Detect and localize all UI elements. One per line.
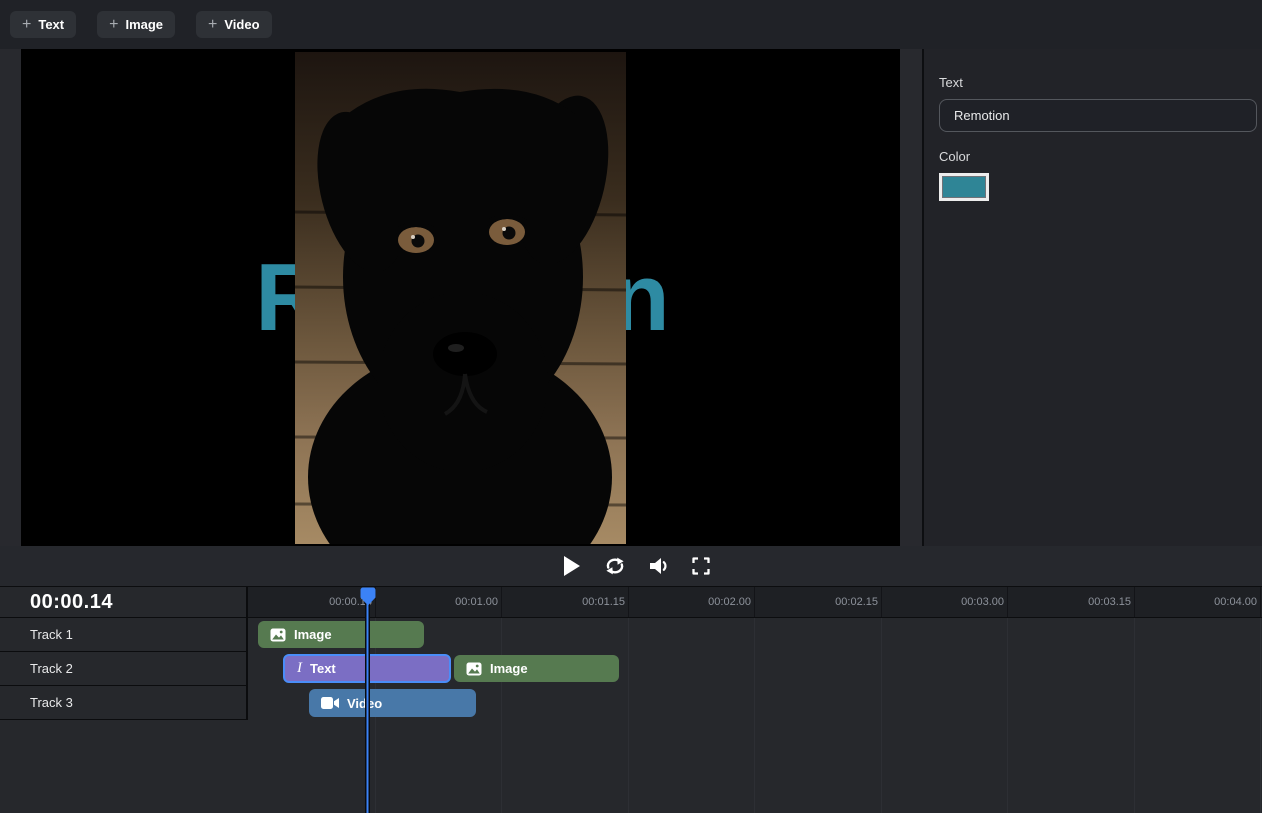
track-label: Track 3 — [0, 695, 73, 710]
add-image-label: Image — [125, 17, 163, 32]
clip-label: Image — [294, 627, 332, 642]
track-header-3[interactable]: Track 3 — [0, 686, 246, 720]
text-field-label: Text — [939, 75, 1257, 90]
ruler-tick-label: 00:01.00 — [418, 587, 498, 617]
ruler-tick-label: 00:03.15 — [1051, 587, 1131, 617]
timecode-row: 00:00.14 — [0, 587, 246, 618]
video-camera-icon — [321, 696, 339, 710]
ruler-tick — [628, 587, 629, 617]
video-canvas[interactable]: Remotion — [21, 49, 900, 546]
playback-controls — [0, 546, 1262, 586]
ruler-tick-label: 00:02.00 — [671, 587, 751, 617]
timeline-left-panel: 00:00.14 Track 1 Track 2 Track 3 — [0, 587, 248, 720]
timeline-clip-image-2[interactable]: Image — [454, 655, 619, 682]
ruler-tick — [1260, 587, 1261, 617]
color-swatch[interactable] — [939, 173, 989, 201]
grid-line — [1260, 618, 1261, 813]
grid-line — [1007, 618, 1008, 813]
ruler-tick-label: 00:04.00 — [1177, 587, 1257, 617]
timeline-clip-video[interactable]: Video — [309, 689, 476, 717]
grid-line — [754, 618, 755, 813]
track-header-1[interactable]: Track 1 — [0, 618, 246, 652]
current-timecode: 00:00.14 — [0, 591, 113, 614]
plus-icon: + — [208, 17, 217, 33]
add-image-button[interactable]: + Image — [97, 11, 175, 38]
grid-line — [1134, 618, 1135, 813]
track-header-2[interactable]: Track 2 — [0, 652, 246, 686]
timeline: 00:00.15 00:01.00 00:01.15 00:02.00 00:0… — [0, 586, 1262, 813]
ruler-tick-label: 00:03.00 — [924, 587, 1004, 617]
add-video-label: Video — [224, 17, 259, 32]
preview-panel: Remotion — [0, 49, 924, 546]
track-label: Track 2 — [0, 661, 73, 676]
volume-icon[interactable] — [646, 554, 670, 578]
image-icon — [270, 627, 286, 643]
ruler-tick — [1134, 587, 1135, 617]
text-icon: I — [297, 661, 302, 676]
timeline-track-area[interactable]: 00:00.15 00:01.00 00:01.15 00:02.00 00:0… — [248, 587, 1262, 813]
play-icon[interactable] — [560, 554, 584, 578]
ruler-tick-label: 00:01.15 — [545, 587, 625, 617]
grid-line — [881, 618, 882, 813]
text-input[interactable] — [939, 99, 1257, 132]
grid-line — [501, 618, 502, 813]
add-text-button[interactable]: + Text — [10, 11, 76, 38]
ruler-tick — [754, 587, 755, 617]
grid-line — [628, 618, 629, 813]
fullscreen-icon[interactable] — [689, 554, 713, 578]
ruler-tick-label: 00:02.15 — [798, 587, 878, 617]
playhead-line[interactable] — [365, 601, 370, 813]
playhead-handle[interactable] — [360, 587, 376, 611]
timeline-clip-image-1[interactable]: Image — [258, 621, 424, 648]
top-toolbar: + Text + Image + Video — [0, 0, 1262, 49]
add-text-label: Text — [38, 17, 64, 32]
plus-icon: + — [22, 17, 31, 33]
loop-icon[interactable] — [603, 554, 627, 578]
image-icon — [466, 661, 482, 677]
ruler-tick — [881, 587, 882, 617]
color-field-label: Color — [939, 149, 1257, 164]
ruler-tick — [1007, 587, 1008, 617]
add-video-button[interactable]: + Video — [196, 11, 272, 38]
dog-photo — [295, 52, 626, 544]
plus-icon: + — [109, 17, 118, 33]
ruler-tick — [501, 587, 502, 617]
timeline-ruler[interactable]: 00:00.15 00:01.00 00:01.15 00:02.00 00:0… — [248, 587, 1262, 618]
clip-label: Image — [490, 661, 528, 676]
inspector-panel: Text Color — [924, 49, 1262, 546]
track-label: Track 1 — [0, 627, 73, 642]
clip-label: Text — [310, 661, 336, 676]
